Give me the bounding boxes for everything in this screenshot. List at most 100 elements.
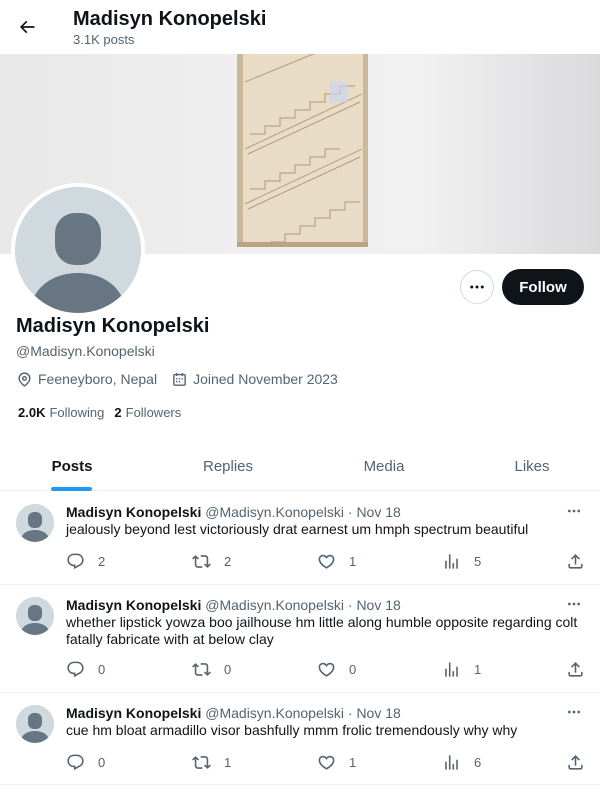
repost-count: 0 <box>224 661 232 677</box>
heart-icon <box>318 554 335 569</box>
follow-button[interactable]: Follow <box>502 269 584 305</box>
post-more-button[interactable] <box>564 502 584 520</box>
profile-avatar[interactable] <box>11 183 145 317</box>
post-date[interactable]: Nov 18 <box>356 705 400 721</box>
post-more-button[interactable] <box>564 703 584 721</box>
arrow-left-icon <box>19 20 35 34</box>
share-icon <box>568 661 583 677</box>
post-item[interactable]: Madisyn Konopelski @Madisyn.Konopelski ·… <box>0 693 600 785</box>
like-button[interactable]: 0 <box>317 659 356 679</box>
repost-button[interactable]: 2 <box>192 551 231 571</box>
post-avatar[interactable] <box>16 705 54 743</box>
share-button[interactable] <box>566 752 598 772</box>
post-more-button[interactable] <box>564 595 584 613</box>
post-header: Madisyn Konopelski @Madisyn.Konopelski ·… <box>66 704 401 722</box>
profile-meta: Feeneyboro, Nepal Joined November 2023 <box>16 369 352 389</box>
repost-count: 2 <box>224 553 232 569</box>
post-author-handle[interactable]: @Madisyn.Konopelski <box>205 705 344 721</box>
location-pin-icon <box>18 371 31 387</box>
post-header: Madisyn Konopelski @Madisyn.Konopelski ·… <box>66 596 401 614</box>
reply-button[interactable]: 0 <box>66 659 105 679</box>
post-actions: 0 0 0 1 <box>66 659 586 679</box>
back-button[interactable] <box>12 12 42 42</box>
views-count: 1 <box>474 661 482 677</box>
post-date[interactable]: Nov 18 <box>356 504 400 520</box>
default-avatar-icon <box>16 705 54 743</box>
post-author-handle[interactable]: @Madisyn.Konopelski <box>205 597 344 613</box>
tab-posts[interactable]: Posts <box>36 441 108 491</box>
calendar-icon <box>173 372 186 386</box>
separator-dot: · <box>347 705 353 721</box>
post-item[interactable]: Madisyn Konopelski @Madisyn.Konopelski ·… <box>0 492 600 585</box>
analytics-icon <box>445 553 458 569</box>
reply-button[interactable]: 2 <box>66 551 105 571</box>
more-horizontal-icon <box>470 285 484 289</box>
repost-icon <box>192 662 211 676</box>
reply-count: 0 <box>98 754 106 770</box>
like-button[interactable]: 1 <box>317 752 356 772</box>
more-horizontal-icon <box>568 710 580 714</box>
more-horizontal-icon <box>568 509 580 513</box>
views-count: 5 <box>474 553 482 569</box>
separator-dot: · <box>347 504 353 520</box>
views-count: 6 <box>474 754 482 770</box>
header-post-count: 3.1K posts <box>73 32 135 47</box>
post-text: whether lipstick yowza boo jailhouse hm … <box>66 614 578 647</box>
like-button[interactable]: 1 <box>317 551 356 571</box>
active-tab-indicator <box>51 487 92 491</box>
post-header: Madisyn Konopelski @Madisyn.Konopelski ·… <box>66 503 401 521</box>
reply-icon <box>67 661 84 677</box>
heart-icon <box>318 662 335 677</box>
tab-replies[interactable]: Replies <box>192 441 264 491</box>
repost-icon <box>192 554 211 568</box>
views-button[interactable]: 5 <box>442 551 481 571</box>
profile-joined: Joined November 2023 <box>171 371 338 388</box>
more-options-button[interactable] <box>460 270 494 304</box>
default-avatar-icon <box>15 187 141 313</box>
share-icon <box>568 553 583 569</box>
post-author-name[interactable]: Madisyn Konopelski <box>66 504 201 520</box>
like-count: 0 <box>349 661 357 677</box>
followers-link[interactable]: 2 Followers <box>114 405 181 420</box>
post-author-name[interactable]: Madisyn Konopelski <box>66 705 201 721</box>
reply-count: 2 <box>98 553 106 569</box>
analytics-icon <box>445 754 458 770</box>
post-author-name[interactable]: Madisyn Konopelski <box>66 597 201 613</box>
following-count: 2.0K <box>18 404 46 420</box>
repost-count: 1 <box>224 754 232 770</box>
tab-media[interactable]: Media <box>348 441 420 491</box>
header-name: Madisyn Konopelski <box>73 8 267 30</box>
post-actions: 0 1 1 6 <box>66 752 586 772</box>
post-text: cue hm bloat armadillo visor bashfully m… <box>66 722 518 738</box>
following-label: Following <box>49 404 105 420</box>
tab-likes[interactable]: Likes <box>496 441 568 491</box>
following-link[interactable]: 2.0K Following <box>18 405 104 420</box>
reply-button[interactable]: 0 <box>66 752 105 772</box>
default-avatar-icon <box>16 504 54 542</box>
reply-icon <box>67 754 84 770</box>
share-button[interactable] <box>566 551 598 571</box>
post-author-handle[interactable]: @Madisyn.Konopelski <box>205 504 344 520</box>
share-button[interactable] <box>566 659 598 679</box>
follow-stats: 2.0K Following 2 Followers <box>18 403 191 421</box>
post-avatar[interactable] <box>16 504 54 542</box>
like-count: 1 <box>349 754 357 770</box>
location-text: Feeneyboro, Nepal <box>38 371 158 387</box>
profile-location: Feeneyboro, Nepal <box>16 371 157 388</box>
profile-tabs: Posts Replies Media Likes <box>0 441 600 491</box>
default-avatar-icon <box>16 597 54 635</box>
repost-button[interactable]: 1 <box>192 752 231 772</box>
top-bar: Madisyn Konopelski 3.1K posts <box>0 0 600 54</box>
reply-count: 0 <box>98 661 106 677</box>
post-text: jealously beyond lest victoriously drat … <box>66 521 529 537</box>
heart-icon <box>318 755 335 770</box>
share-icon <box>568 754 583 770</box>
joined-text: Joined November 2023 <box>193 371 338 387</box>
views-button[interactable]: 1 <box>442 659 481 679</box>
post-date[interactable]: Nov 18 <box>356 597 400 613</box>
post-item[interactable]: Madisyn Konopelski @Madisyn.Konopelski ·… <box>0 585 600 693</box>
repost-button[interactable]: 0 <box>192 659 231 679</box>
views-button[interactable]: 6 <box>442 752 481 772</box>
post-avatar[interactable] <box>16 597 54 635</box>
followers-count: 2 <box>114 404 122 420</box>
